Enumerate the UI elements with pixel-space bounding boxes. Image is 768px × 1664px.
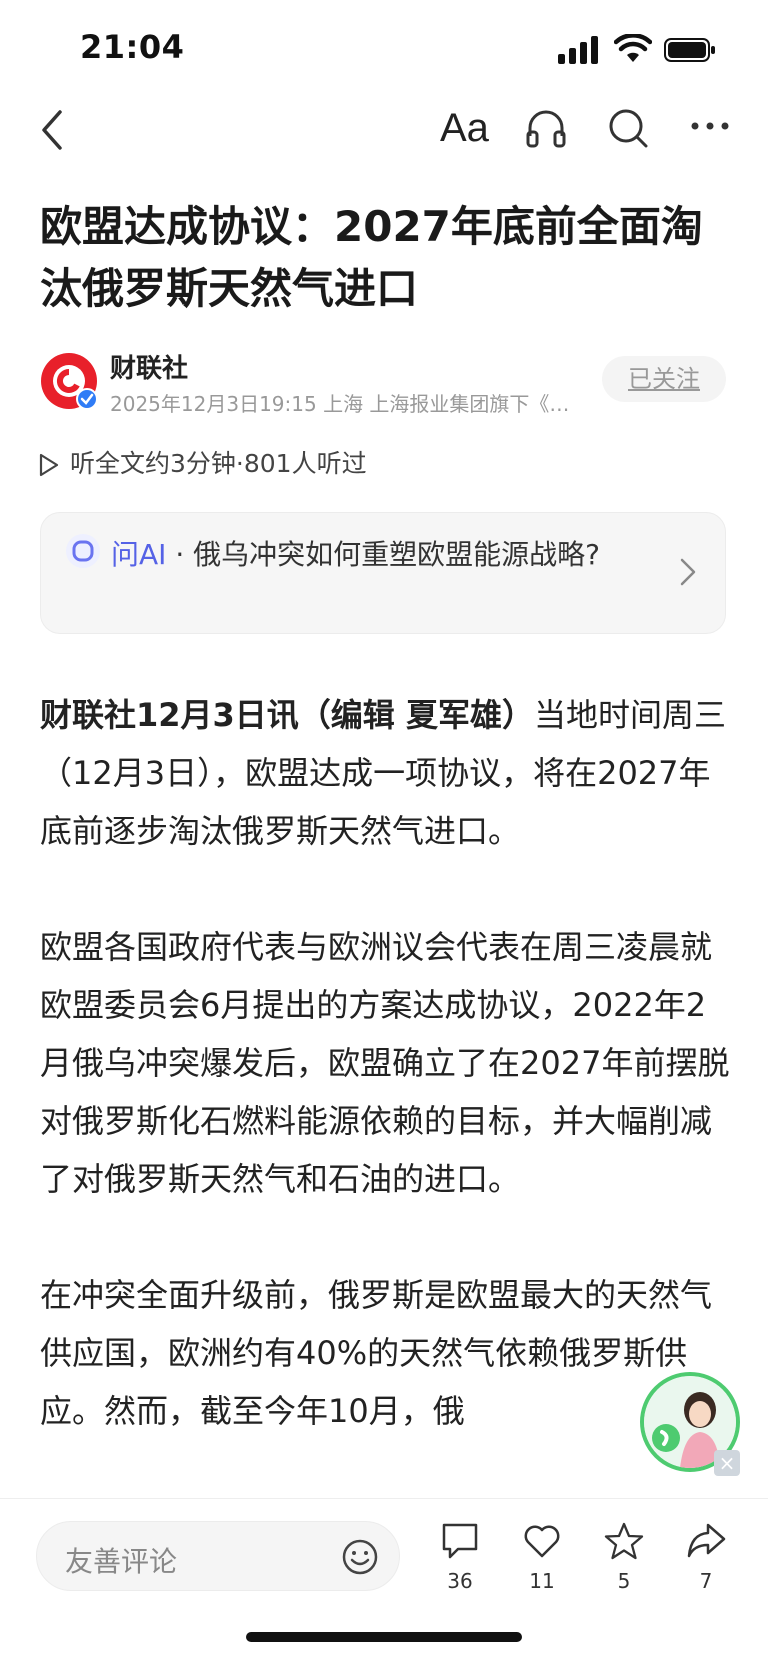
- ask-ai-question: 俄乌冲突如何重塑欧盟能源战略?: [193, 538, 601, 571]
- ask-ai-separator: ·: [175, 538, 185, 571]
- like-button[interactable]: 11: [512, 1521, 572, 1593]
- search-icon[interactable]: [606, 106, 650, 150]
- article-paragraph: 欧盟各国政府代表与欧洲议会代表在周三凌晨就欧盟委员会6月提出的方案达成协议，20…: [40, 918, 730, 1208]
- follow-button[interactable]: 已关注: [602, 356, 726, 402]
- heart-icon: [524, 1525, 560, 1558]
- close-icon[interactable]: ×: [714, 1450, 740, 1476]
- comment-icon: [442, 1523, 478, 1559]
- comment-input[interactable]: 友善评论: [36, 1521, 400, 1591]
- like-count: 11: [529, 1569, 555, 1593]
- font-size-icon[interactable]: Aa: [440, 106, 489, 151]
- status-bar: 21:04: [0, 0, 768, 96]
- ai-logo-icon: [66, 534, 100, 568]
- comment-button[interactable]: 36: [430, 1521, 490, 1593]
- play-icon: [39, 453, 59, 477]
- paragraph-text: 在冲突全面升级前，俄罗斯是欧盟最大的天然气供应国，欧洲约有40%的天然气依赖俄罗…: [40, 1276, 713, 1430]
- star-icon: [604, 1522, 644, 1560]
- share-button[interactable]: 7: [676, 1521, 736, 1593]
- headphones-icon[interactable]: [524, 106, 568, 150]
- article-body: 财联社12月3日讯（编辑 夏军雄）当地时间周三（12月3日），欧盟达成一项协议，…: [40, 686, 730, 1498]
- back-arrow-icon[interactable]: [36, 106, 68, 154]
- ask-ai-card[interactable]: 问AI · 俄乌冲突如何重塑欧盟能源战略?: [40, 512, 726, 634]
- article-paragraph: 财联社12月3日讯（编辑 夏军雄）当地时间周三（12月3日），欧盟达成一项协议，…: [40, 686, 730, 860]
- more-icon[interactable]: [690, 118, 730, 134]
- ask-ai-label: 问AI: [111, 538, 167, 571]
- chevron-right-icon: [680, 558, 696, 586]
- wifi-icon: [614, 34, 652, 62]
- author-avatar[interactable]: [40, 352, 98, 410]
- battery-icon: [664, 38, 715, 62]
- favorite-button[interactable]: 5: [594, 1521, 654, 1593]
- signal-icon: [558, 36, 598, 64]
- emoji-icon[interactable]: [341, 1538, 379, 1576]
- ask-ai-text: 问AI · 俄乌冲突如何重塑欧盟能源战略?: [111, 533, 631, 577]
- share-count: 7: [699, 1569, 713, 1593]
- dateline: 财联社12月3日讯（编辑 夏军雄）: [40, 696, 534, 734]
- article-title: 欧盟达成协议：2027年底前全面淘汰俄罗斯天然气进口: [40, 202, 703, 313]
- listen-full-text[interactable]: 听全文约3分钟·801人听过: [38, 444, 367, 480]
- author-name[interactable]: 财联社: [110, 348, 188, 385]
- favorite-count: 5: [617, 1569, 631, 1593]
- article-paragraph: 在冲突全面升级前，俄罗斯是欧盟最大的天然气供应国，欧洲约有40%的天然气依赖俄罗…: [40, 1266, 730, 1440]
- paragraph-text: 欧盟各国政府代表与欧洲议会代表在周三凌晨就欧盟委员会6月提出的方案达成协议，20…: [40, 928, 730, 1198]
- comment-count: 36: [447, 1569, 473, 1593]
- comment-placeholder: 友善评论: [65, 1545, 178, 1578]
- status-time: 21:04: [80, 28, 185, 66]
- share-icon: [687, 1523, 726, 1558]
- home-indicator[interactable]: [246, 1632, 522, 1642]
- author-meta: 2025年12月3日19:15 上海 上海报业集团旗下《…: [110, 392, 570, 416]
- listen-label: 听全文约3分钟·801人听过: [70, 449, 367, 478]
